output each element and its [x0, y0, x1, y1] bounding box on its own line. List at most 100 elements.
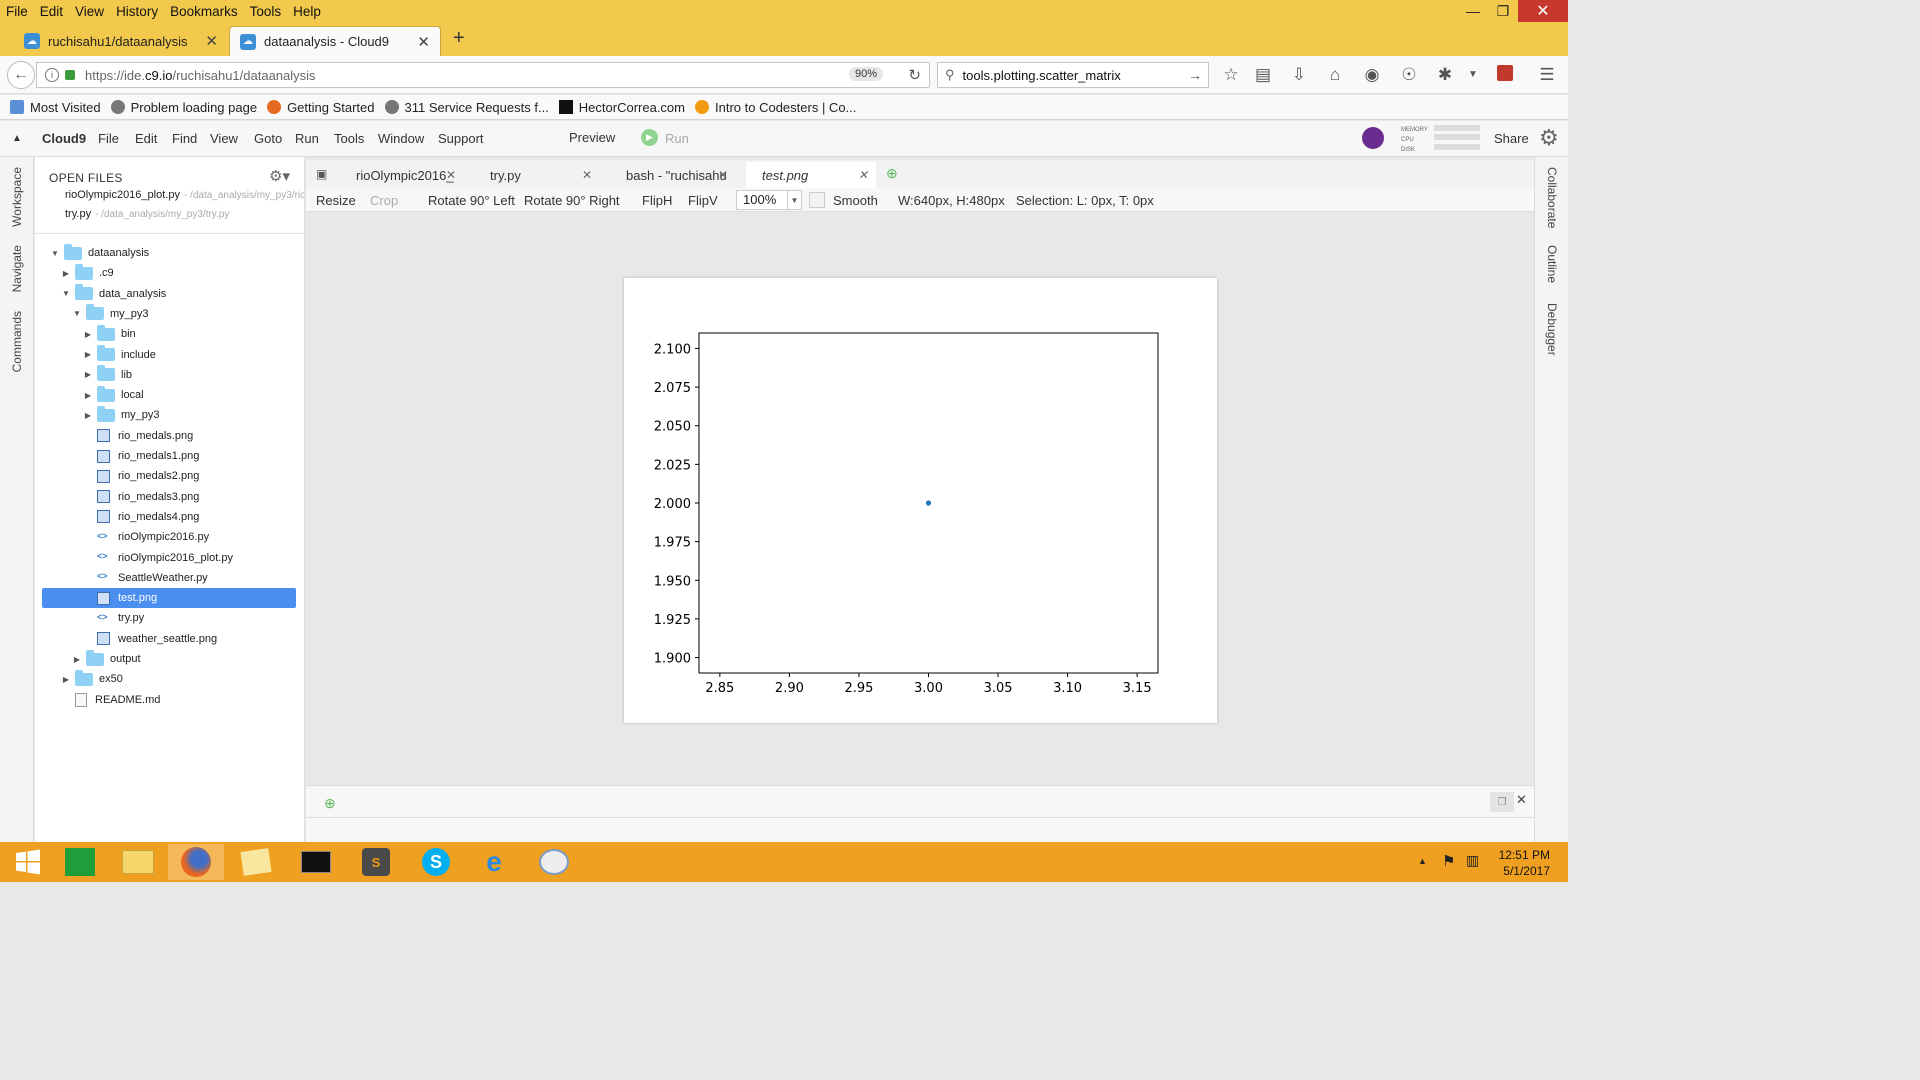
browser-tab-github[interactable]: ☁ ruchisahu1/dataanalysis ✕: [14, 26, 228, 56]
new-tab-icon[interactable]: +: [453, 27, 465, 50]
chevron-right-icon[interactable]: ▶: [83, 391, 93, 400]
chevron-right-icon[interactable]: ▶: [72, 655, 82, 664]
back-arrow-icon[interactable]: ←: [7, 61, 35, 89]
paint-app[interactable]: [526, 844, 582, 880]
ide-menu-window[interactable]: Window: [378, 131, 424, 146]
tree-file[interactable]: rio_medals3.png: [83, 487, 199, 507]
star-icon[interactable]: ☆: [1220, 65, 1242, 85]
tree-file[interactable]: <> rioOlympic2016_plot.py: [83, 548, 233, 568]
ide-menu-run[interactable]: Run: [295, 131, 319, 146]
search-value[interactable]: tools.plotting.scatter_matrix: [963, 68, 1121, 83]
hamburger-menu-icon[interactable]: ☰: [1536, 65, 1558, 85]
info-icon[interactable]: i: [45, 68, 59, 82]
tab-close-icon[interactable]: ✕: [205, 32, 218, 50]
menu-history[interactable]: History: [110, 4, 164, 19]
network-signal-icon[interactable]: ▥: [1466, 852, 1479, 869]
tree-folder[interactable]: ▶ bin: [83, 324, 136, 344]
chevron-right-icon[interactable]: ▶: [61, 269, 71, 278]
resource-meters[interactable]: MEMORY CPU DISK: [1401, 125, 1428, 155]
tree-file[interactable]: rio_medals.png: [83, 426, 193, 446]
url-text[interactable]: https://ide.c9.io/ruchisahu1/dataanalysi…: [85, 68, 316, 83]
chevron-right-icon[interactable]: ▶: [61, 675, 71, 684]
zoom-select[interactable]: 100% ▼: [736, 190, 802, 210]
chevron-right-icon[interactable]: ▶: [83, 370, 93, 379]
tab-close-icon[interactable]: ✕: [446, 168, 456, 182]
tree-file[interactable]: README.md: [61, 690, 160, 710]
skype-app[interactable]: S: [408, 844, 464, 880]
preview-button[interactable]: Preview: [569, 130, 615, 145]
rotate-left-button[interactable]: Rotate 90° Left: [428, 193, 515, 208]
close-panel-icon[interactable]: ✕: [1516, 792, 1527, 808]
editor-tab[interactable]: rioOlympic2016_ ✕: [340, 162, 464, 188]
smooth-checkbox[interactable]: [809, 192, 825, 208]
navigate-tab[interactable]: Navigate: [10, 245, 24, 292]
action-center-flag-icon[interactable]: ⚑: [1442, 852, 1455, 870]
ide-menu-view[interactable]: View: [210, 131, 238, 146]
tree-folder[interactable]: ▼ my_py3: [72, 304, 149, 324]
bookmark-problem-loading[interactable]: Problem loading page: [110, 100, 257, 115]
open-file-item[interactable]: rioOlympic2016_plot.py - /data_analysis/m…: [65, 189, 304, 201]
download-icon[interactable]: ⇩: [1288, 65, 1310, 85]
home-icon[interactable]: ⌂: [1324, 65, 1346, 85]
restore-panel-icon[interactable]: ❐: [1490, 792, 1514, 812]
tree-file[interactable]: <> SeattleWeather.py: [83, 568, 208, 588]
ide-menu-find[interactable]: Find: [172, 131, 197, 146]
tree-folder[interactable]: ▶ include: [83, 345, 156, 365]
file-explorer-app[interactable]: [110, 844, 166, 880]
tree-folder[interactable]: ▶ ex50: [61, 669, 123, 689]
search-go-arrow-icon[interactable]: →: [1188, 67, 1202, 83]
bookmark-getting-started[interactable]: Getting Started: [267, 100, 375, 115]
bookmark-codesters[interactable]: Intro to Codesters | Co...: [695, 100, 856, 115]
add-tab-icon[interactable]: ⊕: [886, 165, 898, 182]
tab-menu-icon[interactable]: ▣: [316, 167, 327, 181]
tab-close-icon[interactable]: ✕: [858, 168, 868, 182]
store-app[interactable]: [52, 844, 108, 880]
open-file-item[interactable]: try.py - /data_analysis/my_py3/try.py: [65, 208, 229, 220]
outline-tab[interactable]: Outline: [1545, 245, 1559, 283]
tree-folder[interactable]: ▶ my_py3: [83, 405, 160, 425]
rotate-right-button[interactable]: Rotate 90° Right: [524, 193, 620, 208]
start-button[interactable]: [0, 844, 56, 880]
extension-icon[interactable]: ✱: [1434, 65, 1456, 85]
ide-menu-tools[interactable]: Tools: [334, 131, 364, 146]
maximize-icon[interactable]: ❐: [1488, 0, 1518, 22]
menu-file[interactable]: File: [0, 4, 34, 19]
gear-icon[interactable]: ⚙: [1539, 125, 1559, 151]
sublime-text-app[interactable]: S: [348, 844, 404, 880]
chevron-down-icon[interactable]: ▼: [72, 309, 82, 318]
collapse-menu-icon[interactable]: ▲: [12, 133, 22, 144]
bookmark-311[interactable]: 311 Service Requests f...: [384, 100, 549, 115]
fliph-button[interactable]: FlipH: [642, 193, 672, 208]
run-button[interactable]: Run: [665, 131, 689, 146]
tree-file[interactable]: <> rioOlympic2016.py: [83, 527, 209, 547]
menu-bookmarks[interactable]: Bookmarks: [164, 4, 244, 19]
tab-close-icon[interactable]: ✕: [417, 33, 430, 51]
tab-close-icon[interactable]: ✕: [582, 168, 592, 182]
avatar[interactable]: [1362, 127, 1384, 149]
chevron-down-icon[interactable]: ▼: [61, 289, 71, 298]
editor-tab[interactable]: try.py ✕: [474, 162, 600, 188]
terminal-app[interactable]: [288, 844, 344, 880]
ide-brand[interactable]: Cloud9: [42, 131, 86, 146]
workspace-tab[interactable]: Workspace: [10, 167, 24, 227]
ide-menu-support[interactable]: Support: [438, 131, 484, 146]
chevron-down-icon[interactable]: ▼: [50, 249, 60, 258]
search-input[interactable]: ⚲ tools.plotting.scatter_matrix →: [937, 62, 1209, 88]
menu-view[interactable]: View: [69, 4, 110, 19]
tree-file[interactable]: test.png: [42, 588, 296, 609]
tree-file[interactable]: weather_seattle.png: [83, 629, 217, 649]
editor-tab[interactable]: bash - "ruchisahu ✕: [610, 162, 736, 188]
zoom-level-badge[interactable]: 90%: [848, 67, 883, 81]
system-clock[interactable]: 12:51 PM 5/1/2017: [1499, 847, 1550, 879]
bookmark-hectorcorrea[interactable]: HectorCorrea.com: [558, 100, 685, 115]
browser-tab-cloud9[interactable]: ☁ dataanalysis - Cloud9 ✕: [229, 26, 441, 56]
tree-file[interactable]: <> try.py: [83, 608, 144, 628]
run-play-icon[interactable]: ▶: [641, 129, 658, 146]
ide-menu-goto[interactable]: Goto: [254, 131, 282, 146]
menu-tools[interactable]: Tools: [244, 4, 288, 19]
tree-file[interactable]: rio_medals4.png: [83, 507, 199, 527]
settings-gear-icon[interactable]: ⚙▾: [269, 167, 290, 185]
ide-menu-file[interactable]: File: [98, 131, 119, 146]
tray-expand-icon[interactable]: ▲: [1418, 856, 1427, 866]
minimize-icon[interactable]: —: [1458, 0, 1488, 22]
